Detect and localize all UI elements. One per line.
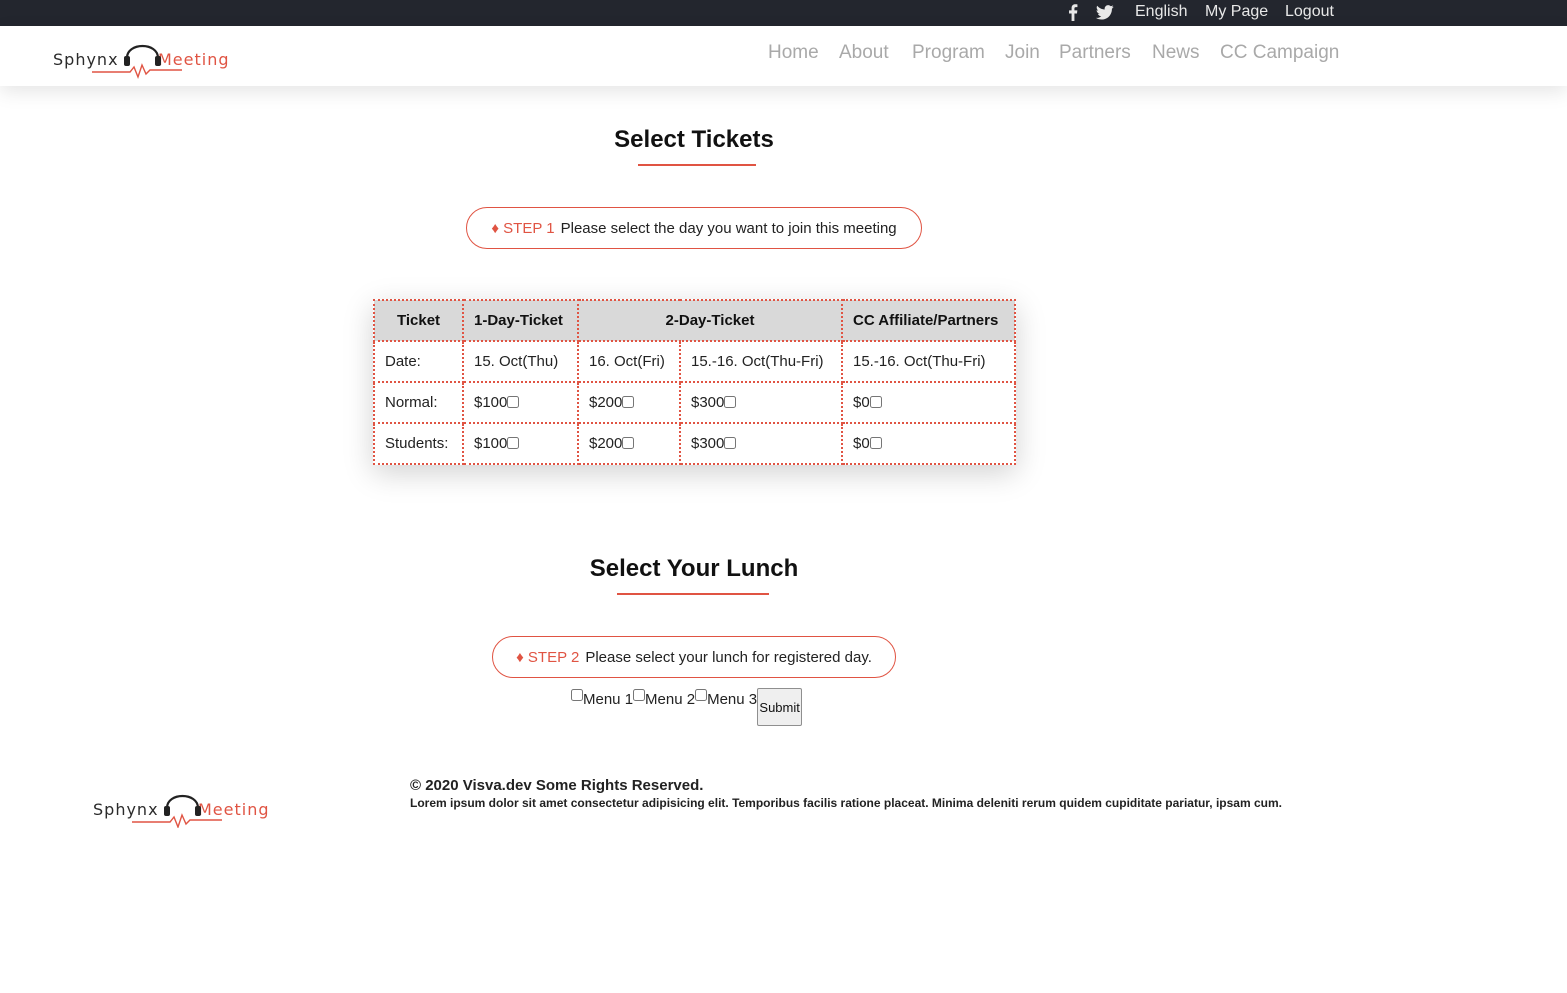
menu-1-checkbox[interactable] bbox=[571, 689, 583, 701]
menu-1-label: Menu 1 bbox=[583, 691, 634, 708]
normal-1day-checkbox[interactable] bbox=[507, 396, 520, 408]
price-label: $0 bbox=[853, 435, 870, 452]
logo-graphic: Sphynx Meeting bbox=[53, 44, 230, 80]
students-1day-checkbox[interactable] bbox=[507, 437, 520, 449]
table-header: 1-Day-Ticket bbox=[462, 299, 579, 342]
menu-1-option[interactable]: Menu 1 bbox=[571, 689, 633, 708]
step2-label: ♦ STEP 2 bbox=[516, 648, 580, 666]
footer-logo-text-right: Meeting bbox=[198, 800, 270, 819]
students-cc-checkbox[interactable] bbox=[869, 437, 882, 449]
table-cell: $200 bbox=[577, 422, 681, 465]
my-page-link[interactable]: My Page bbox=[1205, 3, 1268, 21]
footer-logo-graphic: Sphynx Meeting bbox=[93, 794, 270, 830]
table-header: 2-Day-Ticket bbox=[577, 299, 843, 342]
footer-logo-text-left: Sphynx bbox=[93, 800, 159, 819]
nav-about[interactable]: About bbox=[839, 42, 889, 64]
table-cell: Students: bbox=[373, 422, 464, 465]
nav-news[interactable]: News bbox=[1152, 42, 1200, 64]
footer-logo[interactable]: Sphynx Meeting bbox=[92, 782, 277, 833]
price-label: $200 bbox=[589, 435, 623, 452]
table-cell: 16. Oct(Fri) bbox=[577, 340, 681, 383]
table-cell: $300 bbox=[679, 422, 843, 465]
price-label: $0 bbox=[853, 394, 870, 411]
price-label: $300 bbox=[691, 435, 725, 452]
footer-headphones-icon bbox=[165, 794, 200, 809]
tickets-title: Select Tickets bbox=[614, 126, 774, 153]
table-row: Date: 15. Oct(Thu) 16. Oct(Fri) 15.-16. … bbox=[373, 340, 1016, 383]
step1-pill: ♦ STEP 1 Please select the day you want … bbox=[466, 207, 922, 249]
lunch-title: Select Your Lunch bbox=[589, 555, 799, 582]
table-cell: 15.-16. Oct(Thu-Fri) bbox=[841, 340, 1016, 383]
menu-3-option[interactable]: Menu 3 bbox=[695, 689, 757, 708]
logo-text-right: Meeting bbox=[158, 50, 230, 69]
table-header: Ticket bbox=[373, 299, 464, 342]
facebook-icon[interactable] bbox=[1064, 2, 1082, 22]
students-2day-fri-checkbox[interactable] bbox=[622, 437, 635, 449]
site-header: Sphynx Meeting Home About Program Join P… bbox=[0, 26, 1567, 86]
lunch-title-underline bbox=[617, 593, 769, 595]
twitter-icon[interactable] bbox=[1096, 2, 1114, 22]
submit-button[interactable]: Submit bbox=[757, 688, 803, 726]
footer-description: Lorem ipsum dolor sit amet consectetur a… bbox=[410, 796, 1282, 810]
table-cell: Normal: bbox=[373, 381, 464, 424]
price-label: $300 bbox=[691, 394, 725, 411]
nav-home[interactable]: Home bbox=[768, 42, 819, 64]
menu-3-label: Menu 3 bbox=[707, 691, 758, 708]
normal-2day-both-checkbox[interactable] bbox=[724, 396, 737, 408]
nav-cc-campaign[interactable]: CC Campaign bbox=[1220, 42, 1339, 64]
table-cell: 15.-16. Oct(Thu-Fri) bbox=[679, 340, 843, 383]
step1-text: Please select the day you want to join t… bbox=[560, 219, 897, 237]
table-row: Students: $100 $200 $300 $0 bbox=[373, 422, 1016, 465]
normal-2day-fri-checkbox[interactable] bbox=[622, 396, 635, 408]
normal-cc-checkbox[interactable] bbox=[869, 396, 882, 408]
students-2day-both-checkbox[interactable] bbox=[724, 437, 737, 449]
footer-copyright: © 2020 Visva.dev Some Rights Reserved. bbox=[410, 777, 704, 794]
ticket-table: Ticket 1-Day-Ticket 2-Day-Ticket CC Affi… bbox=[373, 299, 1016, 465]
nav-join[interactable]: Join bbox=[1005, 42, 1040, 64]
menu-2-checkbox[interactable] bbox=[633, 689, 646, 701]
table-cell: $300 bbox=[679, 381, 843, 424]
logo-text-left: Sphynx bbox=[53, 50, 119, 69]
table-cell: $200 bbox=[577, 381, 681, 424]
logout-link[interactable]: Logout bbox=[1285, 3, 1334, 21]
table-cell: 15. Oct(Thu) bbox=[462, 340, 579, 383]
step2-text: Please select your lunch for registered … bbox=[585, 648, 872, 666]
lunch-form: Menu 1 Menu 2 Menu 3 Submit bbox=[571, 688, 803, 726]
table-cell: $100 bbox=[462, 381, 579, 424]
table-cell: $100 bbox=[462, 422, 579, 465]
site-logo[interactable]: Sphynx Meeting bbox=[52, 34, 237, 85]
step1-label: ♦ STEP 1 bbox=[491, 219, 555, 237]
table-cell: $0 bbox=[841, 422, 1016, 465]
table-header: CC Affiliate/Partners bbox=[841, 299, 1016, 342]
menu-2-option[interactable]: Menu 2 bbox=[633, 689, 695, 708]
tickets-title-underline bbox=[638, 164, 756, 166]
table-row: Normal: $100 $200 $300 $0 bbox=[373, 381, 1016, 424]
price-label: $100 bbox=[474, 435, 508, 452]
top-bar: English My Page Logout bbox=[0, 0, 1567, 26]
table-header-row: Ticket 1-Day-Ticket 2-Day-Ticket CC Affi… bbox=[373, 299, 1016, 342]
price-label: $200 bbox=[589, 394, 623, 411]
menu-2-label: Menu 2 bbox=[645, 691, 696, 708]
nav-program[interactable]: Program bbox=[912, 42, 985, 64]
menu-3-checkbox[interactable] bbox=[695, 689, 708, 701]
language-link[interactable]: English bbox=[1135, 3, 1187, 21]
table-cell: $0 bbox=[841, 381, 1016, 424]
price-label: $100 bbox=[474, 394, 508, 411]
nav-partners[interactable]: Partners bbox=[1059, 42, 1131, 64]
table-cell: Date: bbox=[373, 340, 464, 383]
step2-pill: ♦ STEP 2 Please select your lunch for re… bbox=[492, 636, 896, 678]
headphones-icon bbox=[125, 44, 160, 59]
